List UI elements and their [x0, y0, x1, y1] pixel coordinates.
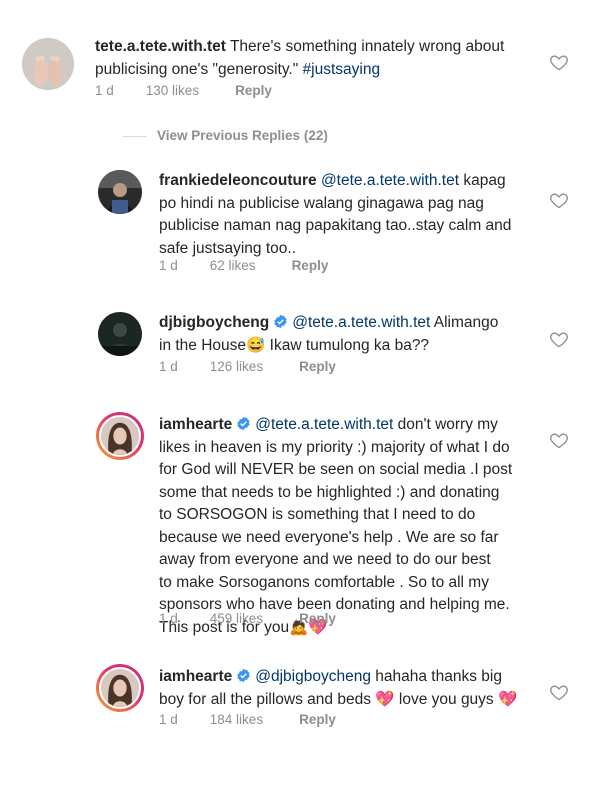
timestamp: 1 d	[159, 611, 178, 626]
reply-button[interactable]: Reply	[292, 258, 329, 273]
likes-count[interactable]: 130 likes	[146, 83, 199, 98]
comment-meta: 1 d 184 likes Reply	[159, 712, 336, 727]
comment-body: don't worry my likes in heaven is my pri…	[159, 416, 513, 636]
like-heart-icon[interactable]	[549, 329, 569, 349]
timestamp: 1 d	[95, 83, 114, 98]
avatar[interactable]	[98, 170, 142, 214]
like-heart-icon[interactable]	[549, 430, 569, 450]
avatar[interactable]	[98, 312, 142, 356]
emoji: 💖	[498, 690, 518, 708]
comment-meta: 1 d 126 likes Reply	[159, 359, 336, 374]
comment-meta: 1 d 459 likes Reply	[159, 611, 336, 626]
likes-count[interactable]: 126 likes	[210, 359, 263, 374]
username[interactable]: iamhearte	[159, 416, 232, 433]
verified-badge-icon	[274, 314, 287, 329]
comment-body: Ikaw tumulong ka ba??	[265, 336, 430, 354]
like-heart-icon[interactable]	[549, 190, 569, 210]
hashtag-link[interactable]: #justsaying	[303, 61, 381, 78]
likes-count[interactable]: 459 likes	[210, 611, 263, 626]
likes-count[interactable]: 62 likes	[210, 258, 256, 273]
comment-meta: 1 d 62 likes Reply	[159, 258, 328, 273]
comment-body: love you guys	[394, 690, 498, 708]
emoji: 💖	[375, 690, 395, 708]
like-heart-icon[interactable]	[549, 52, 569, 72]
avatar	[99, 415, 141, 457]
view-previous-replies-button[interactable]: View Previous Replies (22)	[123, 128, 328, 143]
verified-badge-icon	[237, 668, 250, 683]
verified-badge-icon	[237, 416, 250, 431]
story-ring[interactable]	[96, 412, 144, 460]
mention-link[interactable]: @tete.a.tete.with.tet	[321, 172, 459, 189]
username[interactable]: djbigboycheng	[159, 314, 269, 331]
comment-text: frankiedeleoncouture @tete.a.tete.with.t…	[159, 170, 511, 260]
comment-text: iamhearte @tete.a.tete.with.tet don't wor…	[159, 414, 512, 639]
feet-photo-icon	[22, 38, 74, 90]
reply-button[interactable]: Reply	[299, 712, 336, 727]
timestamp: 1 d	[159, 712, 178, 727]
reply-button[interactable]: Reply	[235, 83, 272, 98]
timestamp: 1 d	[159, 359, 178, 374]
likes-count[interactable]: 184 likes	[210, 712, 263, 727]
divider	[123, 136, 147, 137]
reply-button[interactable]: Reply	[299, 359, 336, 374]
mention-link[interactable]: @tete.a.tete.with.tet	[292, 314, 430, 331]
mention-link[interactable]: @tete.a.tete.with.tet	[255, 416, 393, 433]
username[interactable]: tete.a.tete.with.tet	[95, 38, 226, 55]
avatar	[99, 667, 141, 709]
view-previous-replies-label: View Previous Replies (22)	[157, 128, 328, 143]
comment-text: djbigboycheng @tete.a.tete.with.tet Alima…	[159, 312, 498, 357]
person-photo-icon	[101, 417, 139, 455]
comment-meta: 1 d 130 likes Reply	[95, 83, 272, 98]
mention-link[interactable]: @djbigboycheng	[255, 668, 371, 685]
story-ring[interactable]	[96, 664, 144, 712]
username[interactable]: frankiedeleoncouture	[159, 172, 317, 189]
comment-text: iamhearte @djbigboycheng hahaha thanks bi…	[159, 666, 517, 711]
person-photo-icon	[98, 312, 142, 356]
person-photo-icon	[101, 669, 139, 707]
timestamp: 1 d	[159, 258, 178, 273]
reply-button[interactable]: Reply	[299, 611, 336, 626]
avatar[interactable]	[22, 38, 74, 90]
person-photo-icon	[98, 170, 142, 214]
username[interactable]: iamhearte	[159, 668, 232, 685]
emoji: 😅	[246, 336, 266, 354]
comment-text: tete.a.tete.with.tet There's something i…	[95, 36, 504, 81]
like-heart-icon[interactable]	[549, 682, 569, 702]
